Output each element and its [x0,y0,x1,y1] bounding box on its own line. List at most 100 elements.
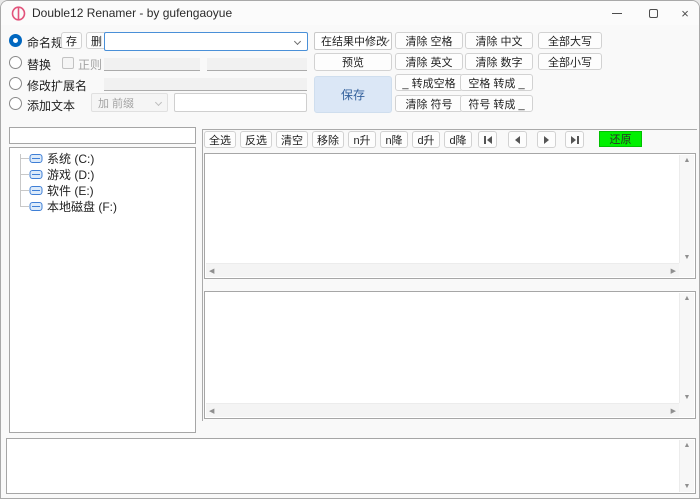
chevron-down-icon [155,99,162,106]
sort-date-desc-button[interactable]: d降 [444,131,472,148]
select-all-button[interactable]: 全选 [204,131,236,148]
maximize-icon [649,9,658,18]
horizontal-scrollbar[interactable]: ◀ ▶ [206,263,679,277]
scroll-right-icon[interactable]: ▶ [671,407,676,415]
scroll-left-icon[interactable]: ◀ [209,267,214,275]
log-output-box[interactable]: ▲ ▼ [6,438,696,494]
tree-connector-line [20,154,21,207]
radio-change-extension[interactable] [9,77,22,90]
sort-name-asc-button[interactable]: n升 [348,131,376,148]
close-button[interactable]: × [670,1,700,25]
remove-button[interactable]: 移除 [312,131,344,148]
tree-connector-stub [20,174,29,175]
radio-add-text[interactable] [9,97,22,110]
restore-button[interactable]: 还原 [599,131,642,147]
minimize-icon [612,13,622,14]
window-title: Double12 Renamer - by gufengaoyue [32,6,232,20]
tree-item-drive-e[interactable]: 软件 (E:) [29,183,94,197]
radio-replace-label: 替换 [27,56,51,73]
uppercase-button[interactable]: 全部大写 [538,32,602,49]
scroll-up-icon[interactable]: ▲ [680,295,694,302]
skip-last-icon [577,136,579,144]
scrollbar-corner [679,403,694,417]
folder-path-input[interactable] [9,127,196,144]
naming-rule-input[interactable] [108,34,293,49]
clear-english-button[interactable]: 清除 英文 [395,53,463,70]
radio-replace[interactable] [9,56,22,69]
horizontal-scrollbar[interactable]: ◀ ▶ [206,403,679,417]
regex-checkbox[interactable] [62,57,74,69]
radio-add-text-label: 添加文本 [27,97,75,114]
clear-chinese-button[interactable]: 清除 中文 [465,32,533,49]
preview-button[interactable]: 预览 [314,53,392,71]
tree-item-label: 软件 (E:) [47,182,94,199]
radio-change-extension-label: 修改扩展名 [27,77,87,94]
tree-item-label: 本地磁盘 (F:) [47,198,117,215]
regex-checkbox-label: 正则 [78,56,102,73]
prefix-mode-label: 加 前缀 [98,95,134,111]
sort-name-desc-button[interactable]: n降 [380,131,408,148]
scroll-up-icon[interactable]: ▲ [680,442,694,449]
scroll-up-icon[interactable]: ▲ [680,157,694,164]
tree-connector-stub [20,158,29,159]
original-names-list[interactable]: ▲ ▼ ◀ ▶ [204,153,696,279]
lowercase-button[interactable]: 全部小写 [538,53,602,70]
scroll-right-icon[interactable]: ▶ [671,267,676,275]
add-text-field[interactable] [174,93,307,112]
move-to-bottom-button[interactable] [565,131,584,148]
space-to-underscore-button[interactable]: 空格 转成 _ [460,74,533,91]
underscore-to-space-button[interactable]: _ 转成空格 [395,74,463,91]
drive-icon [29,201,43,212]
tree-item-label: 游戏 (D:) [47,166,94,183]
step-forward-icon [544,136,549,144]
extension-field[interactable] [104,78,307,91]
clear-symbols-button[interactable]: 清除 符号 [395,95,463,112]
app-window: Double12 Renamer - by gufengaoyue × 命名规则… [0,0,700,499]
move-down-button[interactable] [537,131,556,148]
save-button[interactable]: 保存 [314,76,392,113]
tree-item-drive-c[interactable]: 系统 (C:) [29,151,94,165]
move-up-button[interactable] [508,131,527,148]
sort-date-asc-button[interactable]: d升 [412,131,440,148]
chevron-down-icon [294,38,301,45]
modify-scope-label: 在结果中修改 [321,33,387,49]
tree-item-drive-d[interactable]: 游戏 (D:) [29,167,94,181]
drive-icon [29,169,43,180]
tree-connector-stub [20,190,29,191]
skip-last-icon [571,136,576,144]
naming-rule-combobox[interactable] [104,32,308,51]
preview-names-list[interactable]: ▲ ▼ ◀ ▶ [204,291,696,419]
move-to-top-button[interactable] [478,131,497,148]
drive-icon [29,153,43,164]
prefix-mode-dropdown[interactable]: 加 前缀 [91,93,168,112]
invert-selection-button[interactable]: 反选 [240,131,272,148]
radio-naming-rule[interactable] [9,34,22,47]
save-rule-button[interactable]: 存 [61,32,82,49]
minimize-button[interactable] [600,1,634,25]
drive-tree-panel: 系统 (C:) 游戏 (D:) 软件 (E:) 本地磁盘 (F:) [9,147,196,433]
scroll-down-icon[interactable]: ▼ [680,254,694,261]
clear-spaces-button[interactable]: 清除 空格 [395,32,463,49]
symbol-to-underscore-button[interactable]: 符号 转成 _ [460,95,533,112]
step-back-icon [515,136,520,144]
close-icon: × [681,7,689,20]
maximize-button[interactable] [636,1,670,25]
clear-digits-button[interactable]: 清除 数字 [465,53,533,70]
scrollbar-corner [679,263,694,277]
scroll-down-icon[interactable]: ▼ [680,394,694,401]
skip-first-icon [484,136,486,144]
tree-item-drive-f[interactable]: 本地磁盘 (F:) [29,199,117,213]
title-bar: Double12 Renamer - by gufengaoyue × [1,1,699,25]
tree-item-label: 系统 (C:) [47,150,94,167]
replace-with-field[interactable] [207,58,307,71]
scroll-down-icon[interactable]: ▼ [680,483,694,490]
vertical-scrollbar[interactable]: ▲ ▼ [679,440,694,492]
vertical-scrollbar[interactable]: ▲ ▼ [679,293,694,403]
vertical-scrollbar[interactable]: ▲ ▼ [679,155,694,263]
scroll-left-icon[interactable]: ◀ [209,407,214,415]
drive-icon [29,185,43,196]
modify-scope-dropdown[interactable]: 在结果中修改 [314,32,392,50]
clear-list-button[interactable]: 清空 [276,131,308,148]
app-logo-icon [11,6,26,21]
replace-find-field[interactable] [104,58,200,71]
